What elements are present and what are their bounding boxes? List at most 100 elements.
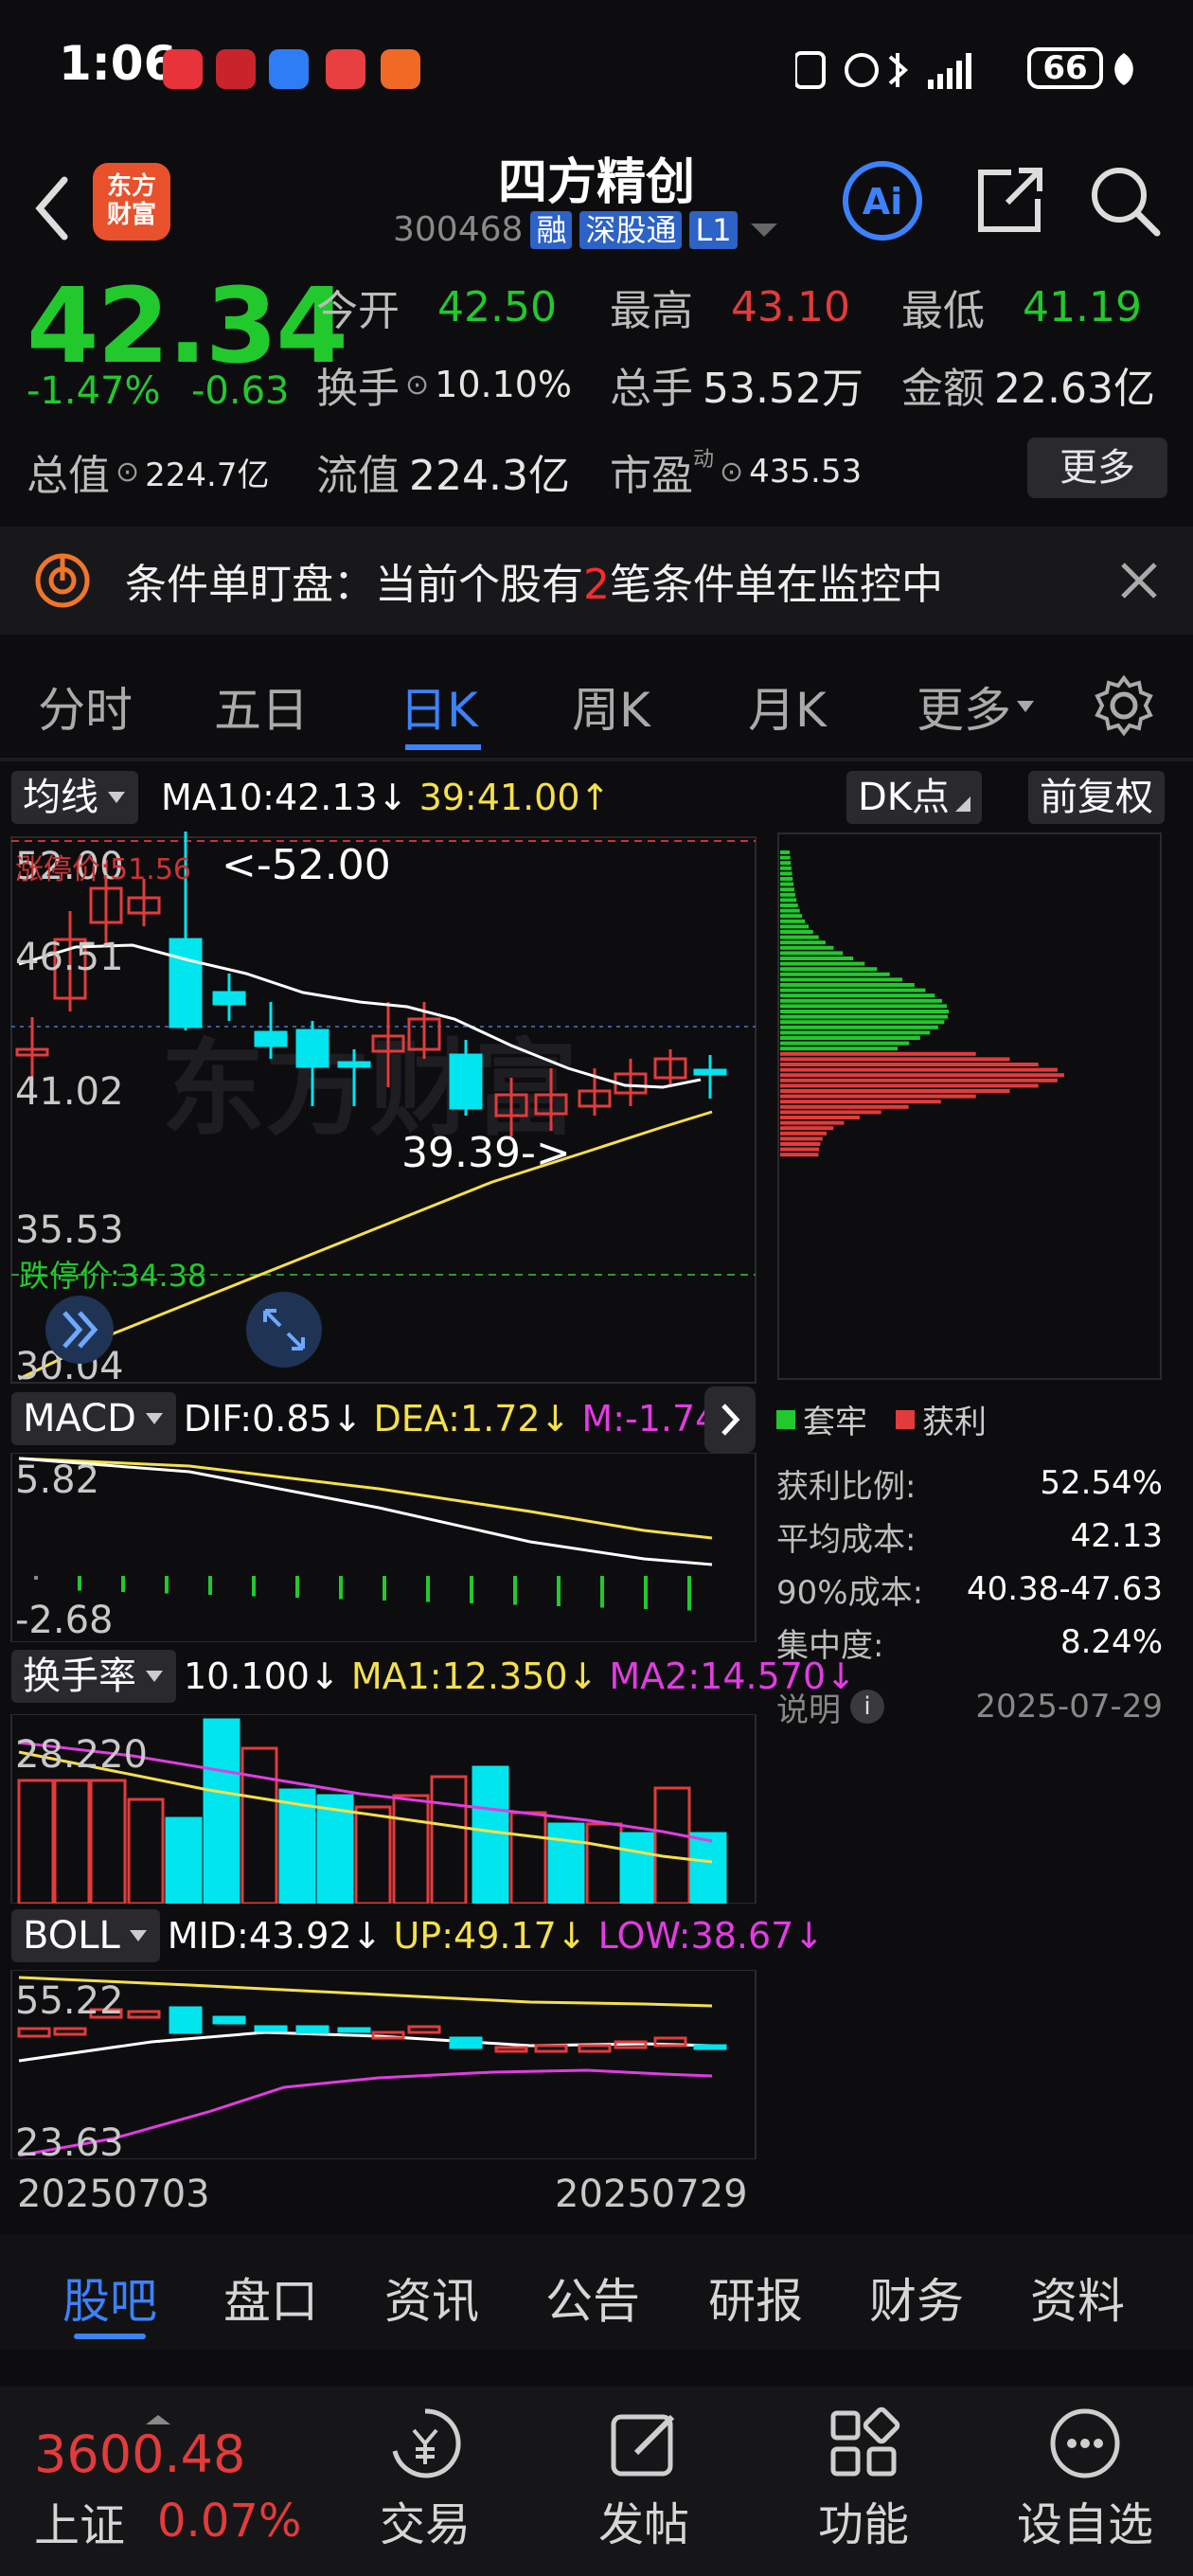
boll-candle: [534, 2044, 568, 2053]
search-icon[interactable]: [1085, 161, 1165, 241]
quote-panel: 42.34 -1.47% -0.63 今开 42.50 最高 43.10 最低 …: [0, 265, 1193, 521]
subtab-orderbook[interactable]: 盘口: [223, 2263, 318, 2332]
turnover-bar: [127, 1798, 165, 1904]
chip-bar: [780, 961, 865, 966]
boll-selector[interactable]: BOLL: [11, 1909, 160, 1962]
dk-point-button[interactable]: DK点: [846, 771, 983, 824]
tab-daily-k[interactable]: 日K: [400, 672, 478, 741]
turnover-bar: [165, 1816, 203, 1904]
trade-icon: [392, 2408, 461, 2478]
app-notification-icon: [326, 49, 365, 89]
back-arrow-icon[interactable]: [27, 170, 83, 246]
high-marker: <-52.00: [222, 841, 391, 889]
chip-bar: [780, 967, 878, 972]
stock-code-row[interactable]: 300468 融 深股通 L1: [393, 210, 781, 249]
chip-bar: [780, 1010, 949, 1013]
tab-intraday[interactable]: 分时: [38, 672, 133, 741]
kline-chart[interactable]: 东方财富 52.00 涨停价:51.56 <-52.00 46.51 41.02…: [0, 832, 767, 1390]
fullscreen-icon[interactable]: [246, 1292, 322, 1368]
adjust-button[interactable]: 前复权: [1028, 771, 1165, 824]
chip-distribution-chart[interactable]: [776, 832, 1163, 1381]
turnover-top-label: 28.220: [15, 1733, 148, 1777]
info-icon[interactable]: ⊙: [405, 368, 429, 402]
app-notification-icon: [269, 49, 309, 89]
boll-candle: [212, 2015, 246, 2025]
ai-assistant-icon[interactable]: Ai: [841, 159, 924, 242]
boll-candle: [254, 2025, 288, 2032]
high-price: 最高 43.10: [610, 282, 850, 336]
chip-bar: [780, 972, 890, 976]
subtab-financials[interactable]: 财务: [869, 2263, 964, 2332]
ma-selector[interactable]: 均线: [11, 771, 138, 824]
chip-bar: [780, 1051, 976, 1056]
bottom-bar: 3600.48 上证 0.07% 交易 发帖 功能 设自选: [0, 2387, 1193, 2576]
macd-dif: DIF:0.85↓: [183, 1398, 363, 1440]
edit-icon: [611, 2414, 675, 2477]
boll-bottom-label: 23.63: [15, 2121, 124, 2159]
change-percent: -1.47%: [27, 369, 161, 413]
market-cap: 总值 ⊙ 224.7亿: [27, 452, 270, 500]
features-button[interactable]: 功能: [807, 2404, 920, 2553]
turnover-ma1: MA1:12.350↓: [350, 1655, 598, 1697]
more-quote-button[interactable]: 更多: [1027, 438, 1167, 498]
tab-more[interactable]: 更多: [917, 672, 1036, 741]
post-button[interactable]: 发帖: [587, 2404, 701, 2553]
chip-bars: [780, 850, 1064, 1157]
turnover-selector[interactable]: 换手率: [11, 1650, 176, 1703]
leaf-icon: [1114, 53, 1133, 85]
chip-bar: [780, 940, 826, 945]
chip-bar: [780, 993, 935, 998]
condition-order-banner[interactable]: 条件单盯盘：当前个股有2笔条件单在监控中: [0, 527, 1193, 635]
macd-toolbar: MACD DIF:0.85↓ DEA:1.72↓ M:-1.74↑: [11, 1392, 748, 1445]
date-start: 20250703: [17, 2173, 210, 2216]
subtab-news[interactable]: 资讯: [384, 2263, 479, 2332]
y-label-3: 41.02: [15, 1070, 124, 1114]
svg-text:Ai: Ai: [863, 181, 902, 223]
chip-bar: [780, 882, 794, 886]
turnover-rate: 换手 ⊙ 10.10%: [316, 364, 573, 413]
corner-triangle-icon: [955, 796, 971, 812]
gear-icon[interactable]: [1091, 672, 1157, 739]
boll-up: UP:49.17↓: [393, 1915, 587, 1957]
subtab-profile[interactable]: 资料: [1030, 2263, 1125, 2332]
subtab-research[interactable]: 研报: [708, 2263, 803, 2332]
subtab-guba[interactable]: 股吧: [62, 2263, 157, 2332]
collapse-chevrons-icon[interactable]: [45, 1296, 114, 1364]
macd-bottom-label: -2.68: [15, 1599, 114, 1642]
chip-legend: 套牢 获利: [776, 1396, 987, 1442]
app-logo[interactable]: 东方 财富: [93, 163, 170, 241]
boll-candle: [449, 2036, 483, 2049]
trade-button[interactable]: 交易: [373, 2404, 477, 2553]
chip-bar: [780, 877, 793, 881]
chip-bar: [780, 919, 806, 923]
boll-candle: [494, 2046, 528, 2053]
trade-amount: 金额 22.63亿: [901, 365, 1155, 413]
macd-top-label: 5.82: [15, 1458, 99, 1502]
turnover-chart: 28.220: [10, 1714, 757, 1904]
subtab-announcements[interactable]: 公告: [545, 2263, 640, 2332]
tab-five-day[interactable]: 五日: [214, 672, 309, 741]
chip-bar: [780, 1100, 941, 1104]
macd-selector[interactable]: MACD: [11, 1392, 176, 1445]
close-icon[interactable]: [1117, 559, 1161, 602]
tab-monthly-k[interactable]: 月K: [748, 672, 827, 741]
index-ticker[interactable]: 3600.48 上证 0.07%: [34, 2415, 302, 2554]
radar-icon: [35, 553, 90, 608]
chip-bar: [780, 1083, 1039, 1088]
turnover-bar: [547, 1822, 585, 1904]
expand-indicator-button[interactable]: [704, 1386, 756, 1453]
info-icon[interactable]: ⊙: [116, 456, 139, 489]
share-icon[interactable]: [970, 161, 1049, 241]
boll-toolbar: BOLL MID:43.92↓ UP:49.17↓ LOW:38.67↓: [11, 1909, 824, 1962]
turnover-ma2: MA2:14.570↓: [609, 1655, 856, 1697]
caret-down-icon: [146, 1671, 163, 1682]
candle: [212, 974, 246, 1021]
tab-weekly-k[interactable]: 周K: [572, 672, 650, 741]
boll-candle: [407, 2025, 441, 2034]
chip-bar: [780, 1036, 920, 1040]
boll-candle: [127, 2010, 161, 2019]
chip-bar: [780, 957, 854, 960]
low-marker: 39.39->: [401, 1129, 571, 1177]
add-watchlist-button[interactable]: 设自选: [1009, 2404, 1161, 2553]
info-icon[interactable]: ⊙: [720, 456, 743, 489]
